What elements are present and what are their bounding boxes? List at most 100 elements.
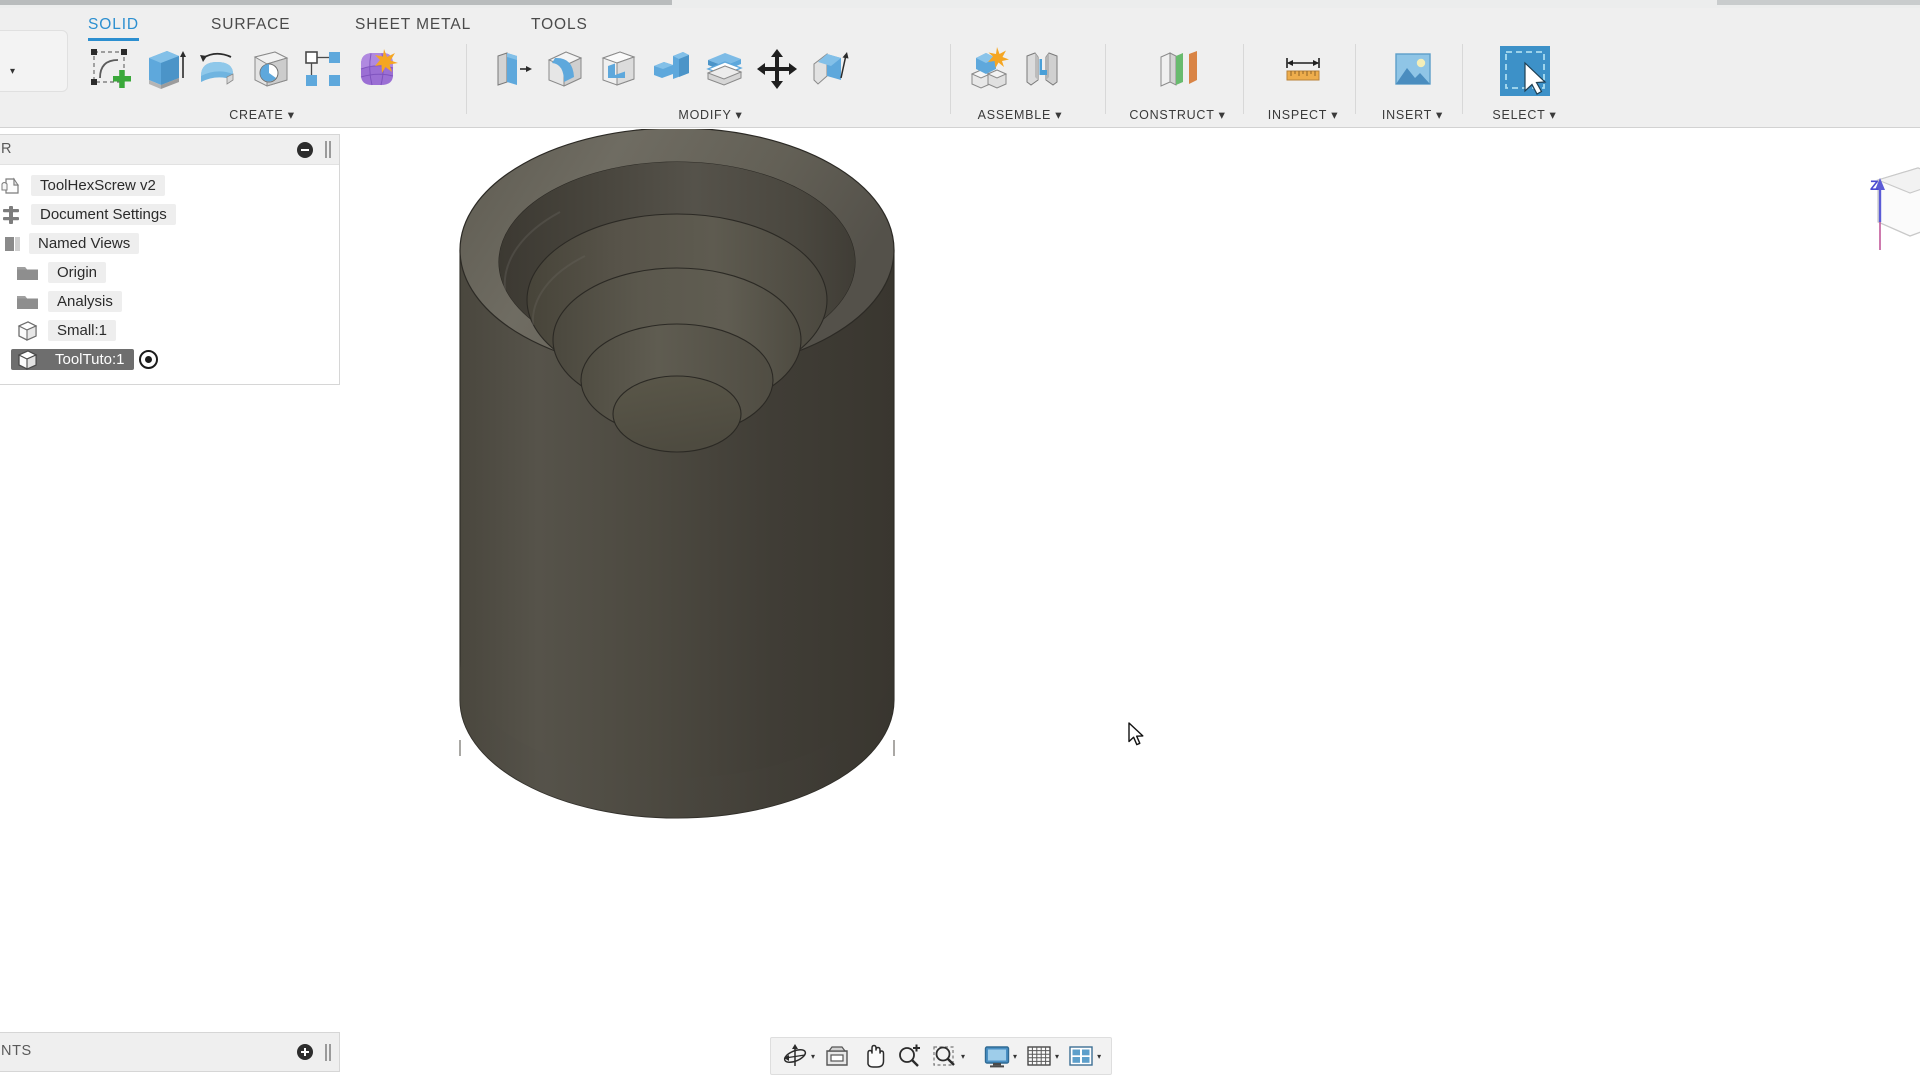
form-icon[interactable] [347, 40, 405, 98]
new-component-icon[interactable] [960, 40, 1018, 98]
extrude-icon[interactable] [135, 40, 193, 98]
revolve-icon[interactable] [188, 40, 246, 98]
socket-model [460, 129, 894, 818]
view-cube[interactable]: Z [1848, 160, 1920, 255]
group-label-construct[interactable]: CONSTRUCT ▾ [1105, 107, 1250, 122]
ribbon-group-modify: MODIFY ▾ [478, 40, 943, 128]
joint-icon[interactable] [1013, 40, 1071, 98]
tab-tools-label: TOOLS [531, 16, 588, 33]
tab-sheet-metal[interactable]: SHEET METAL [355, 16, 471, 34]
viewports-caret-icon[interactable]: ▾ [1097, 1052, 1101, 1061]
orbit-caret-icon[interactable]: ▾ [811, 1052, 815, 1061]
tree-item-label: ToolHexScrew v2 [40, 177, 156, 194]
tree-item-toolhexscrew[interactable]: ToolHexScrew v2 [0, 171, 339, 200]
group-label-inspect[interactable]: INSPECT ▾ [1243, 107, 1363, 122]
tab-solid[interactable]: SOLID [88, 16, 139, 34]
tree-item-label: Named Views [38, 235, 130, 252]
grid-snaps-caret-icon[interactable]: ▾ [1055, 1052, 1059, 1061]
tree-item-tooltuto[interactable]: ▸ ToolTuto:1 [0, 345, 339, 374]
tab-surface-label: SURFACE [211, 16, 291, 33]
document-icon [1, 176, 23, 196]
create-sketch-icon[interactable] [82, 40, 140, 98]
pan-button[interactable] [855, 1039, 891, 1073]
tree-item-small[interactable]: ▸ Small:1 [0, 316, 339, 345]
insert-image-icon[interactable] [1384, 40, 1442, 98]
browser-grip-handle[interactable] [325, 141, 331, 158]
align-icon[interactable] [801, 40, 859, 98]
grid-snaps-icon [1025, 1042, 1053, 1070]
shell-icon[interactable] [589, 40, 647, 98]
fit-view-button[interactable] [819, 1039, 855, 1073]
tree-item-label: Origin [57, 264, 97, 281]
tree-item-label: Document Settings [40, 206, 167, 223]
group-label-insert[interactable]: INSERT ▾ [1355, 107, 1470, 122]
browser-tree: ToolHexScrew v2 ▸ Document Sett [0, 165, 339, 384]
folder-icon [15, 263, 37, 283]
ribbon-group-assemble: ASSEMBLE ▾ [940, 40, 1100, 128]
zoom-window-button[interactable]: ▾ [927, 1039, 969, 1073]
zoom-in-icon [895, 1042, 923, 1070]
measure-icon[interactable] [1274, 40, 1332, 98]
group-label-modify[interactable]: MODIFY ▾ [478, 107, 943, 122]
group-label-create[interactable]: CREATE ▾ [72, 107, 452, 122]
tab-surface[interactable]: SURFACE [211, 16, 291, 34]
viewports-button[interactable]: ▾ [1063, 1039, 1105, 1073]
tree-item-named-views[interactable]: ▸ Named Views [0, 229, 339, 258]
title-bar-strip [0, 0, 1920, 8]
browser-title: R [1, 141, 12, 157]
tree-item-label: ToolTuto:1 [55, 351, 125, 368]
folder-icon [15, 292, 37, 312]
tab-sheet-metal-label: SHEET METAL [355, 16, 471, 33]
zoom-window-icon [931, 1042, 959, 1070]
zoom-window-caret-icon[interactable]: ▾ [961, 1052, 965, 1061]
fillet-icon[interactable] [536, 40, 594, 98]
browser-panel: R ToolHexScrew v2 [0, 134, 340, 385]
press-pull-icon[interactable] [483, 40, 541, 98]
navigation-bar: ▾ [770, 1037, 1112, 1075]
ribbon-group-create: CREATE ▾ [72, 40, 452, 128]
offset-face-icon[interactable] [695, 40, 753, 98]
tree-item-document-settings[interactable]: ▸ Document Settings [0, 200, 339, 229]
display-settings-caret-icon[interactable]: ▾ [1013, 1052, 1017, 1061]
tree-item-origin[interactable]: ▸ Origin [0, 258, 339, 287]
workspace-selector[interactable] [0, 30, 68, 92]
3d-viewport[interactable] [340, 129, 1920, 1080]
group-label-assemble[interactable]: ASSEMBLE ▾ [940, 107, 1100, 122]
title-bar-fill-left [0, 0, 672, 5]
workspace-caret-icon[interactable]: ▾ [10, 66, 15, 77]
viewcube-z-label: Z [1870, 177, 1879, 193]
tree-item-label: Analysis [57, 293, 113, 310]
comments-grip-handle[interactable] [325, 1044, 331, 1061]
tab-tools[interactable]: TOOLS [531, 16, 588, 34]
comments-panel: NTS [0, 1032, 340, 1072]
browser-header: R [0, 135, 339, 165]
move-copy-icon[interactable] [748, 40, 806, 98]
views-icon [3, 234, 25, 254]
combine-icon[interactable] [642, 40, 700, 98]
ribbon-separator-1 [466, 44, 467, 114]
pan-hand-icon [859, 1042, 887, 1070]
target-icon[interactable] [139, 350, 158, 369]
zoom-button[interactable] [891, 1039, 927, 1073]
fit-view-icon [823, 1042, 851, 1070]
pattern-icon[interactable] [294, 40, 352, 98]
ribbon-toolbar: N ▾ SOLID SURFACE SHEET METAL TOOLS [0, 8, 1920, 128]
offset-plane-icon[interactable] [1149, 40, 1207, 98]
title-bar-fill-right [1717, 0, 1920, 5]
ribbon-group-select: SELECT ▾ [1462, 40, 1587, 128]
fusion360-window: N ▾ SOLID SURFACE SHEET METAL TOOLS [0, 0, 1920, 1080]
display-settings-button[interactable]: ▾ [979, 1039, 1021, 1073]
grid-snaps-button[interactable]: ▾ [1021, 1039, 1063, 1073]
orbit-button[interactable]: ▾ [777, 1039, 819, 1073]
select-cursor-icon[interactable] [1496, 42, 1554, 100]
ribbon-group-inspect: INSPECT ▾ [1243, 40, 1363, 128]
browser-collapse-button[interactable] [297, 142, 313, 158]
component-icon [15, 320, 37, 340]
sweep-icon[interactable] [241, 40, 299, 98]
display-settings-icon [983, 1042, 1011, 1070]
comments-expand-button[interactable] [297, 1044, 313, 1060]
mouse-cursor [1128, 722, 1146, 748]
ribbon-group-insert: INSERT ▾ [1355, 40, 1470, 128]
group-label-select[interactable]: SELECT ▾ [1462, 107, 1587, 122]
tree-item-analysis[interactable]: ▸ Analysis [0, 287, 339, 316]
